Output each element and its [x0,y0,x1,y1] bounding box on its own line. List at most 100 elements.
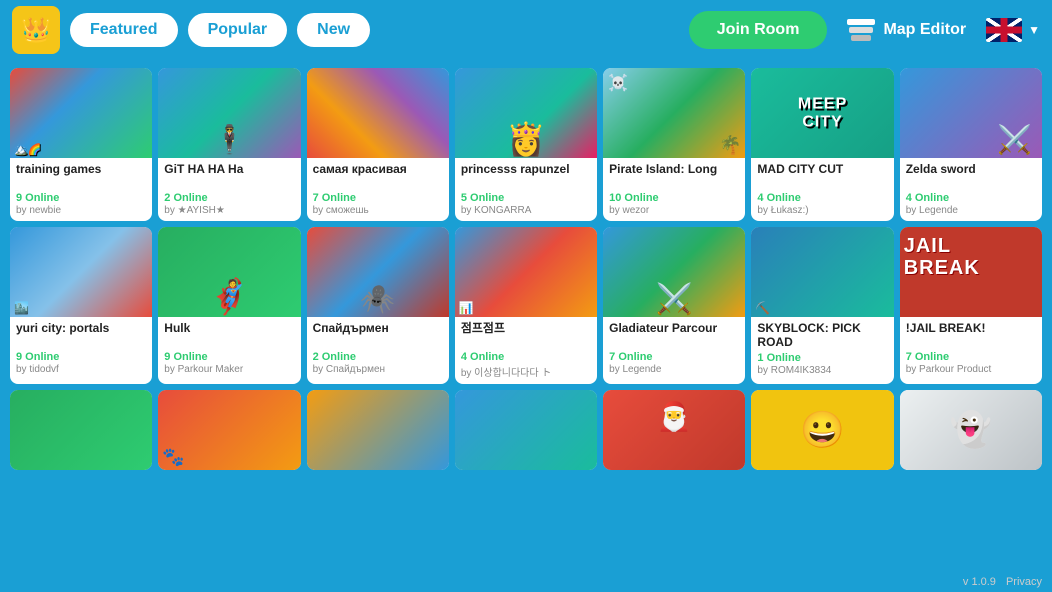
game-online-count: 10 Online [609,192,739,204]
game-online-count: 9 Online [164,351,294,363]
game-online-count: 4 Online [906,192,1036,204]
game-online-count: 7 Online [906,351,1036,363]
game-title: Hulk [164,321,294,349]
game-author: by wezor [609,205,739,216]
game-title: GiT HA HA Ha [164,162,294,190]
list-item[interactable]: 🕴️ GiT HA HA Ha 2 Online by ★AYISH★ [158,68,300,221]
game-thumbnail: 🎅 [603,390,745,470]
game-title: Gladiateur Parcour [609,321,739,349]
game-online-count: 4 Online [757,192,887,204]
version-label: v 1.0.9 [963,576,996,588]
game-thumbnail: 🕷️ [307,227,449,317]
game-author: by newbie [16,205,146,216]
game-author: by ★AYISH★ [164,205,294,216]
list-item[interactable]: 🏔️🌈 training games 9 Online by newbie [10,68,152,221]
list-item[interactable]: ⚔️ Zelda sword 4 Online by Legende [900,68,1042,221]
game-thumbnail: 👻 [900,390,1042,470]
list-item[interactable]: 🕷️ Спайдърмен 2 Online by Спайдърмен [307,227,449,384]
game-thumbnail: 👸 [455,68,597,158]
game-thumbnail: 🏙️ [10,227,152,317]
game-thumbnail [10,390,152,470]
list-item[interactable]: самая красивая 7 Online by сможешь [307,68,449,221]
game-author: by Łukasz:) [757,205,887,216]
game-title: yuri city: portals [16,321,146,349]
game-thumbnail: ⚔️ [603,227,745,317]
game-title: Zelda sword [906,162,1036,190]
list-item[interactable]: ☠️ 🌴 Pirate Island: Long 10 Online by we… [603,68,745,221]
game-online-count: 5 Online [461,192,591,204]
game-online-count: 1 Online [757,352,887,364]
list-item[interactable]: ⚔️ Gladiateur Parcour 7 Online by Legend… [603,227,745,384]
game-author: by Legende [906,205,1036,216]
list-item[interactable]: 👸 princesss rapunzel 5 Online by KONGARR… [455,68,597,221]
new-nav-button[interactable]: New [297,13,370,47]
game-online-count: 2 Online [313,351,443,363]
privacy-link[interactable]: Privacy [1006,576,1042,588]
logo-icon[interactable]: 👑 [12,6,60,54]
game-title: Pirate Island: Long [609,162,739,190]
game-title: !JAIL BREAK! [906,321,1036,349]
game-author: by Parkour Maker [164,364,294,375]
game-thumbnail: 🐾 [158,390,300,470]
game-thumbnail: ⚔️ [900,68,1042,158]
list-item[interactable] [10,390,152,470]
list-item[interactable]: MEEPCITY MAD CITY CUT 4 Online by Łukasz… [751,68,893,221]
list-item[interactable]: 👻 [900,390,1042,470]
game-thumbnail: 🕴️ [158,68,300,158]
game-online-count: 2 Online [164,192,294,204]
list-item[interactable] [307,390,449,470]
game-thumbnail: 😀 [751,390,893,470]
game-online-count: 9 Online [16,351,146,363]
game-thumbnail: 📊 [455,227,597,317]
header: 👑 Featured Popular New Join Room Map Edi… [0,0,1052,60]
game-title: princesss rapunzel [461,162,591,190]
game-title: MAD CITY CUT [757,162,887,190]
game-author: by Спайдърмен [313,364,443,375]
game-thumbnail: JAILBREAK [900,227,1042,317]
game-thumbnail: 🦸 [158,227,300,317]
join-room-button[interactable]: Join Room [689,11,828,49]
game-author: by tidodvf [16,364,146,375]
game-author: by Legende [609,364,739,375]
featured-nav-button[interactable]: Featured [70,13,178,47]
game-thumbnail: ⛏️ [751,227,893,317]
list-item[interactable]: JAILBREAK !JAIL BREAK! 7 Online by Parko… [900,227,1042,384]
flag-icon [986,18,1022,42]
game-author: by ROM4IK3834 [757,365,887,376]
game-title: Спайдърмен [313,321,443,349]
list-item[interactable]: 🐾 [158,390,300,470]
list-item[interactable] [455,390,597,470]
game-title: 점프점프 [461,321,591,349]
list-item[interactable]: 🦸 Hulk 9 Online by Parkour Maker [158,227,300,384]
game-author: by Parkour Product [906,364,1036,375]
map-editor-label: Map Editor [883,21,966,39]
game-thumbnail [307,390,449,470]
list-item[interactable]: 🏙️ yuri city: portals 9 Online by tidodv… [10,227,152,384]
game-author: by сможешь [313,205,443,216]
game-title: SKYBLOCK: PICK ROAD [757,321,887,350]
list-item[interactable]: 😀 [751,390,893,470]
game-author: by 이상합니다다다 ト [461,364,591,379]
game-thumbnail [307,68,449,158]
language-button[interactable]: ▼ [986,18,1040,42]
game-author: by KONGARRA [461,205,591,216]
game-title: самая красивая [313,162,443,190]
map-editor-area: Map Editor [847,19,966,41]
popular-nav-button[interactable]: Popular [188,13,288,47]
game-thumbnail: 🏔️🌈 [10,68,152,158]
game-online-count: 7 Online [313,192,443,204]
map-editor-icon [847,19,875,41]
game-thumbnail: ☠️ 🌴 [603,68,745,158]
game-online-count: 4 Online [461,351,591,363]
list-item[interactable]: 🎅 [603,390,745,470]
game-thumbnail [455,390,597,470]
chevron-down-icon: ▼ [1028,23,1040,37]
game-online-count: 7 Online [609,351,739,363]
game-thumbnail: MEEPCITY [751,68,893,158]
game-title: training games [16,162,146,190]
list-item[interactable]: ⛏️ SKYBLOCK: PICK ROAD 1 Online by ROM4I… [751,227,893,384]
footer: v 1.0.9 Privacy [953,572,1052,592]
list-item[interactable]: 📊 점프점프 4 Online by 이상합니다다다 ト [455,227,597,384]
game-online-count: 9 Online [16,192,146,204]
game-grid: 🏔️🌈 training games 9 Online by newbie 🕴️… [0,60,1052,478]
